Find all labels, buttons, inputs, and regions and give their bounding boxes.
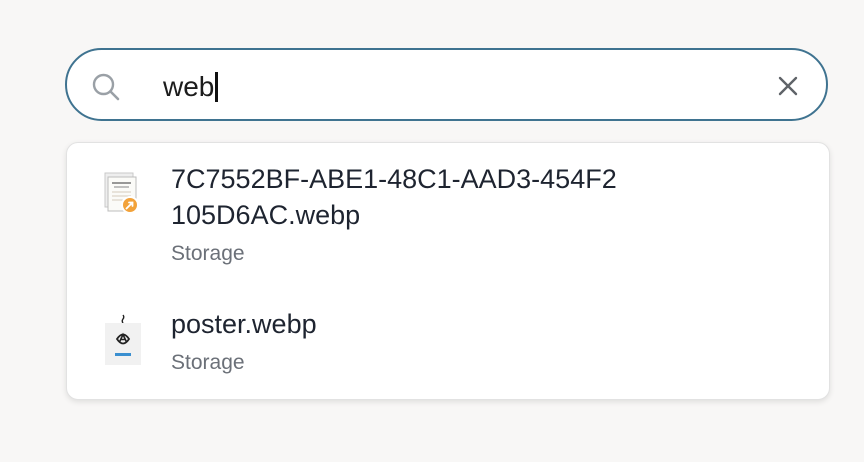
clear-icon[interactable] [774, 72, 802, 100]
poster-file-icon [105, 314, 141, 365]
search-box[interactable]: web [65, 48, 828, 121]
result-item[interactable]: 7C7552BF-ABE1-48C1-AAD3-454F2105D6AC.web… [67, 161, 829, 271]
search-input[interactable]: web [163, 69, 219, 105]
search-results-panel: 7C7552BF-ABE1-48C1-AAD3-454F2105D6AC.web… [66, 142, 830, 400]
converted-note-icon [104, 172, 139, 214]
result-source: Storage [171, 351, 245, 374]
search-icon [92, 73, 120, 101]
result-filename: 7C7552BF-ABE1-48C1-AAD3-454F2105D6AC.web… [171, 164, 617, 230]
result-source: Storage [171, 242, 245, 265]
text-caret [215, 72, 219, 102]
result-filename: poster.webp [171, 309, 317, 339]
search-query: web [163, 71, 215, 102]
result-item[interactable]: poster.webp Storage [67, 306, 829, 382]
